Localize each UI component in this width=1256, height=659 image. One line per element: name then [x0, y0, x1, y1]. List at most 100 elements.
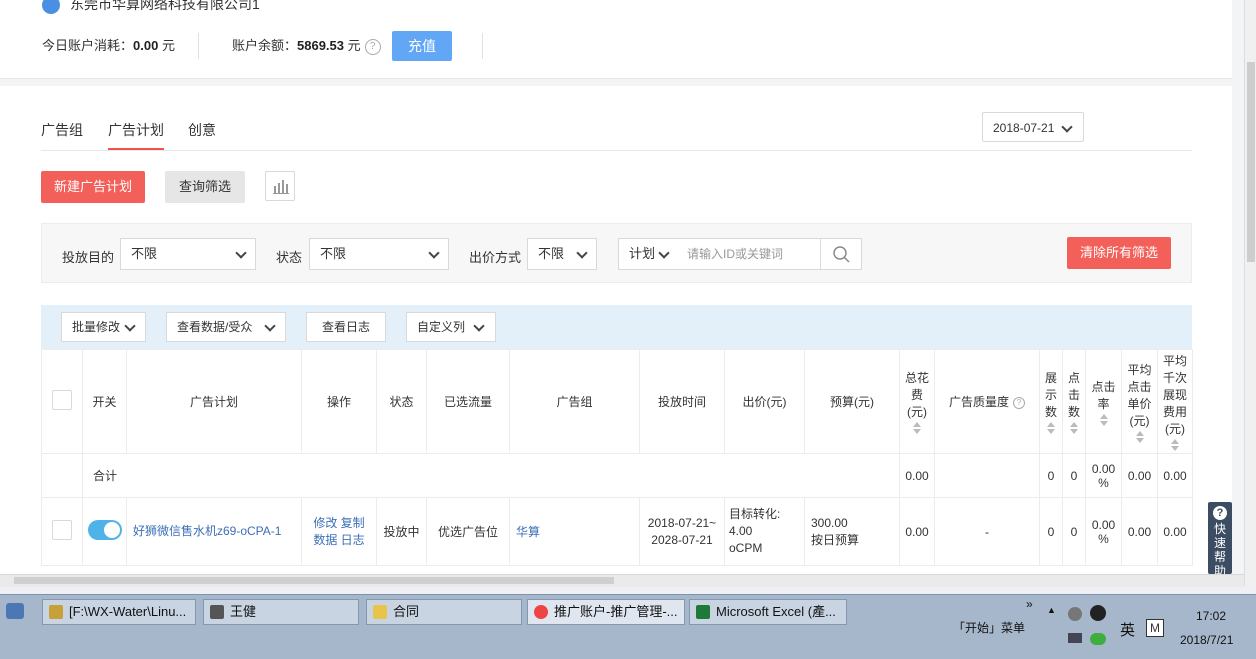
search-icon [833, 246, 850, 263]
new-ad-plan-button[interactable]: 新建广告计划 [41, 171, 145, 203]
task-file-explorer[interactable]: [F:\WX-Water\Linu... [42, 599, 196, 625]
account-header: 东莞市华算网络科技有限公司1 今日账户消耗：0.00 元 账户余额：5869.5… [0, 0, 1232, 79]
chevron-down-icon [264, 320, 276, 332]
speaker-icon[interactable] [1068, 607, 1082, 621]
col-operation: 操作 [301, 349, 377, 454]
col-avg-cpm[interactable]: 平均千次展现费用(元) [1157, 349, 1193, 454]
view-data-button[interactable]: 查看数据/受众 [166, 312, 286, 342]
batch-edit-button[interactable]: 批量修改 [61, 312, 146, 342]
expand-icon[interactable]: » [1026, 597, 1033, 611]
company-name: 东莞市华算网络科技有限公司1 [42, 0, 260, 15]
tab-ad-plan[interactable]: 广告计划 [108, 120, 164, 140]
windows-taskbar: [F:\WX-Water\Linu... 王健 合同 推广账户-推广管理-...… [0, 594, 1256, 659]
start-menu-label[interactable]: 「开始」菜单 [953, 619, 1025, 636]
clear-filters-button[interactable]: 清除所有筛选 [1067, 237, 1171, 269]
chevron-down-icon [124, 320, 136, 332]
bid-method-label: 出价方式 [469, 250, 522, 265]
help-icon[interactable]: ? [1013, 396, 1025, 409]
sort-up-icon [913, 422, 921, 427]
plan-toggle[interactable] [87, 520, 122, 540]
wechat-icon[interactable] [1090, 633, 1106, 645]
col-ad-group: 广告组 [509, 349, 640, 454]
select-all-checkbox[interactable] [52, 390, 72, 410]
purpose-select[interactable]: 不限 [120, 238, 256, 270]
tray-up-icon[interactable]: ▲ [1047, 605, 1056, 615]
total-cpc: 0.00 [1121, 453, 1158, 498]
search-button[interactable] [820, 238, 862, 270]
col-ctr[interactable]: 点击率 [1085, 349, 1122, 454]
chrome-icon [534, 605, 548, 619]
account-balance: 账户余额：5869.53 元? [232, 31, 381, 61]
col-quality: 广告质量度? [934, 349, 1040, 454]
date-picker[interactable]: 2018-07-21 [982, 112, 1084, 142]
edit-link[interactable]: 修改 [313, 516, 337, 530]
network-icon[interactable] [1068, 633, 1082, 643]
task-wangjian[interactable]: 王健 [203, 599, 359, 625]
sort-up-icon [1171, 439, 1179, 444]
view-log-button[interactable]: 查看日志 [306, 312, 386, 342]
col-avg-cpc[interactable]: 平均点击单价(元) [1121, 349, 1158, 454]
today-spend: 今日账户消耗：0.00 元 [42, 38, 175, 53]
vertical-scrollbar[interactable] [1244, 0, 1256, 586]
sort-down-icon [1171, 446, 1179, 451]
qq-icon[interactable] [1090, 605, 1106, 621]
horizontal-scrollbar[interactable] [0, 574, 1244, 587]
row-checkbox[interactable] [52, 520, 72, 540]
custom-columns-button[interactable]: 自定义列 [406, 312, 496, 342]
copy-link[interactable]: 复制 [341, 516, 365, 530]
data-link[interactable]: 数据 [313, 533, 337, 547]
plan-name-link[interactable]: 好狮微信售水机z69-oCPA-1 [133, 524, 281, 538]
col-impressions[interactable]: 展示数 [1039, 349, 1063, 454]
task-excel[interactable]: Microsoft Excel (產... [689, 599, 847, 625]
clock-time[interactable]: 17:02 [1196, 609, 1226, 623]
question-icon: ? [1213, 506, 1227, 520]
help-icon[interactable]: ? [364, 38, 381, 55]
plan-bid: 目标转化: 4.00 oCPM [724, 497, 805, 566]
total-clicks: 0 [1062, 453, 1086, 498]
col-total-cost[interactable]: 总花费(元) [899, 349, 935, 454]
quick-help-button[interactable]: ? 快速帮助 [1208, 502, 1232, 574]
total-cost: 0.00 [899, 453, 935, 498]
clock-date[interactable]: 2018/7/21 [1180, 633, 1233, 647]
ime-indicator[interactable]: 英 [1120, 619, 1135, 640]
plan-clicks: 0 [1062, 497, 1086, 566]
ad-group-link[interactable]: 华算 [516, 525, 540, 539]
scroll-thumb[interactable] [1247, 62, 1255, 262]
ime-mode-icon[interactable]: M [1146, 619, 1164, 637]
search-scope-select[interactable]: 计划 [618, 238, 678, 270]
recharge-button[interactable]: 充值 [392, 31, 452, 61]
col-traffic: 已选流量 [426, 349, 510, 454]
folder-icon [49, 605, 63, 619]
divider [482, 33, 483, 59]
plan-cost: 0.00 [899, 497, 935, 566]
col-clicks[interactable]: 点击数 [1062, 349, 1086, 454]
filter-panel: 投放目的 不限 状态 不限 出价方式 不限 计划 请输入ID或关键词 清除所有筛… [41, 223, 1192, 283]
chevron-down-icon [658, 247, 670, 259]
log-link[interactable]: 日志 [341, 533, 365, 547]
browser-page: 东莞市华算网络科技有限公司1 今日账户消耗：0.00 元 账户余额：5869.5… [0, 0, 1244, 574]
chevron-down-icon [428, 247, 440, 259]
select-all-cell [41, 349, 83, 454]
query-filter-button[interactable]: 查询筛选 [165, 171, 245, 203]
task-chrome[interactable]: 推广账户-推广管理-... [527, 599, 685, 625]
plan-budget: 300.00 按日预算 [804, 497, 900, 566]
sort-down-icon [1047, 429, 1055, 434]
start-icon[interactable] [6, 603, 24, 619]
tab-creative[interactable]: 创意 [188, 120, 216, 140]
sort-down-icon [1099, 420, 1108, 426]
chart-button[interactable] [265, 171, 295, 201]
plan-ctr: 0.00 % [1085, 497, 1122, 566]
sort-down-icon [1135, 437, 1144, 443]
total-label: 合计 [82, 453, 900, 498]
chevron-down-icon [473, 320, 485, 332]
scroll-thumb[interactable] [14, 577, 614, 584]
bid-method-select[interactable]: 不限 [527, 238, 597, 270]
plan-quality: - [934, 497, 1040, 566]
task-contract[interactable]: 合同 [366, 599, 522, 625]
ad-plan-table: 开关 广告计划 操作 状态 已选流量 广告组 投放时间 出价(元) 预算(元) … [41, 349, 1193, 566]
plan-status: 投放中 [376, 497, 427, 566]
tab-ad-group[interactable]: 广告组 [41, 120, 83, 140]
purpose-label: 投放目的 [62, 250, 115, 265]
chevron-down-icon [235, 247, 247, 259]
status-select[interactable]: 不限 [309, 238, 449, 270]
